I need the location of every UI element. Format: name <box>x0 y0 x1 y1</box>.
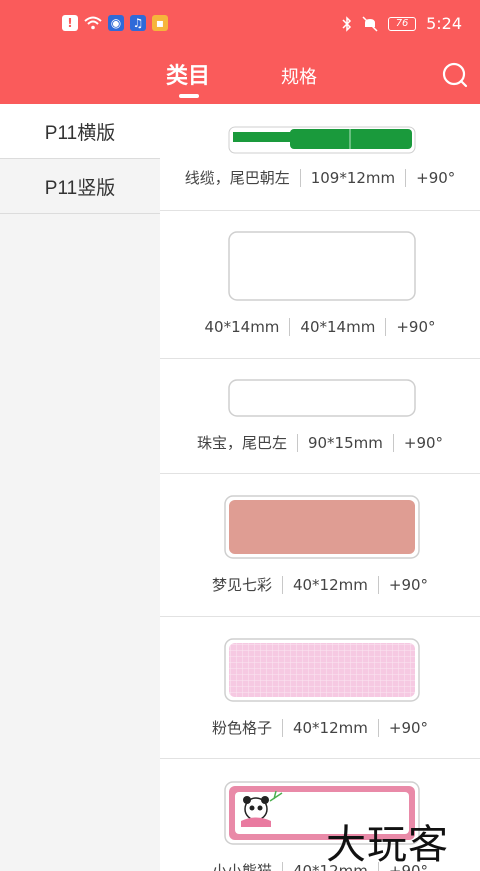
divider <box>377 718 379 737</box>
label-name: 珠宝，尾巴左 <box>196 434 287 452</box>
sidebar-item-p11-horizontal[interactable]: P11横版 <box>0 104 160 159</box>
divider <box>392 433 394 452</box>
label-size: 40*14mm <box>300 318 376 336</box>
label-card[interactable]: 粉色格子 40*12mm +90° <box>160 617 480 759</box>
sidebar-item-p11-vertical[interactable]: P11竖版 <box>0 159 160 214</box>
label-meta: 梦见七彩 40*12mm +90° <box>160 574 480 595</box>
label-card[interactable]: 梦见七彩 40*12mm +90° <box>160 474 480 617</box>
label-angle: +90° <box>396 318 436 336</box>
label-preview-image <box>228 231 416 301</box>
label-name: 小小熊猫 <box>211 862 272 871</box>
tab-category[interactable]: 类目 <box>166 58 210 90</box>
label-name: 粉色格子 <box>211 719 272 737</box>
divider <box>296 433 298 452</box>
label-list: 线缆，尾巴朝左 109*12mm +90° 40*14mm 40*14mm +9… <box>160 104 480 871</box>
divider <box>289 318 291 336</box>
label-name: 梦见七彩 <box>211 576 272 594</box>
label-card[interactable]: 线缆，尾巴朝左 109*12mm +90° <box>160 104 480 211</box>
divider <box>405 168 407 187</box>
search-icon[interactable] <box>442 62 468 88</box>
label-preview-image <box>228 379 416 417</box>
label-angle: +90° <box>388 718 429 737</box>
label-meta: 线缆，尾巴朝左 109*12mm +90° <box>160 167 480 188</box>
label-meta: 粉色格子 40*12mm +90° <box>160 717 480 738</box>
divider <box>281 861 283 871</box>
divider <box>299 168 301 187</box>
tab-spec[interactable]: 规格 <box>281 63 317 89</box>
status-left-icons: ! ◉ ♫ ▪ <box>62 15 168 31</box>
music-app-icon: ♫ <box>130 15 146 31</box>
label-size: 40*12mm <box>292 575 368 594</box>
watermark: 大玩客 <box>326 822 449 868</box>
label-card[interactable]: 40*14mm 40*14mm +90° <box>160 211 480 359</box>
cup-app-icon: ▪ <box>152 15 168 31</box>
battery-icon: 76 <box>388 16 417 31</box>
label-angle: +90° <box>388 575 429 594</box>
bulb-app-icon: ◉ <box>108 15 124 31</box>
divider <box>377 575 379 594</box>
divider <box>385 318 387 336</box>
status-time: 5:24 <box>426 14 462 33</box>
mute-icon <box>362 15 378 32</box>
app-header: ! ◉ ♫ ▪ 76 5:24 类目 规格 <box>0 0 480 104</box>
label-name: 40*14mm <box>204 318 280 336</box>
category-sidebar: P11横版 P11竖版 <box>0 104 160 871</box>
bluetooth-icon <box>342 15 352 32</box>
alert-icon: ! <box>62 15 78 31</box>
label-preview-image <box>224 495 420 559</box>
label-meta: 珠宝，尾巴左 90*15mm +90° <box>160 432 480 453</box>
top-tabs: 类目 规格 <box>0 58 480 98</box>
label-card[interactable]: 珠宝，尾巴左 90*15mm +90° <box>160 359 480 474</box>
label-meta: 40*14mm 40*14mm +90° <box>160 318 480 336</box>
label-size: 109*12mm <box>310 168 396 187</box>
label-size: 90*15mm <box>307 433 383 452</box>
divider <box>281 718 283 737</box>
status-bar: ! ◉ ♫ ▪ 76 5:24 <box>0 0 480 52</box>
label-preview-image <box>228 126 416 154</box>
label-size: 40*12mm <box>292 718 368 737</box>
label-angle: +90° <box>416 168 456 187</box>
divider <box>281 575 283 594</box>
active-tab-indicator <box>179 94 199 98</box>
label-preview-image <box>224 638 420 702</box>
label-angle: +90° <box>403 433 444 452</box>
label-name: 线缆，尾巴朝左 <box>184 169 290 187</box>
status-right-icons: 76 5:24 <box>342 14 462 33</box>
wifi-icon <box>84 16 102 30</box>
